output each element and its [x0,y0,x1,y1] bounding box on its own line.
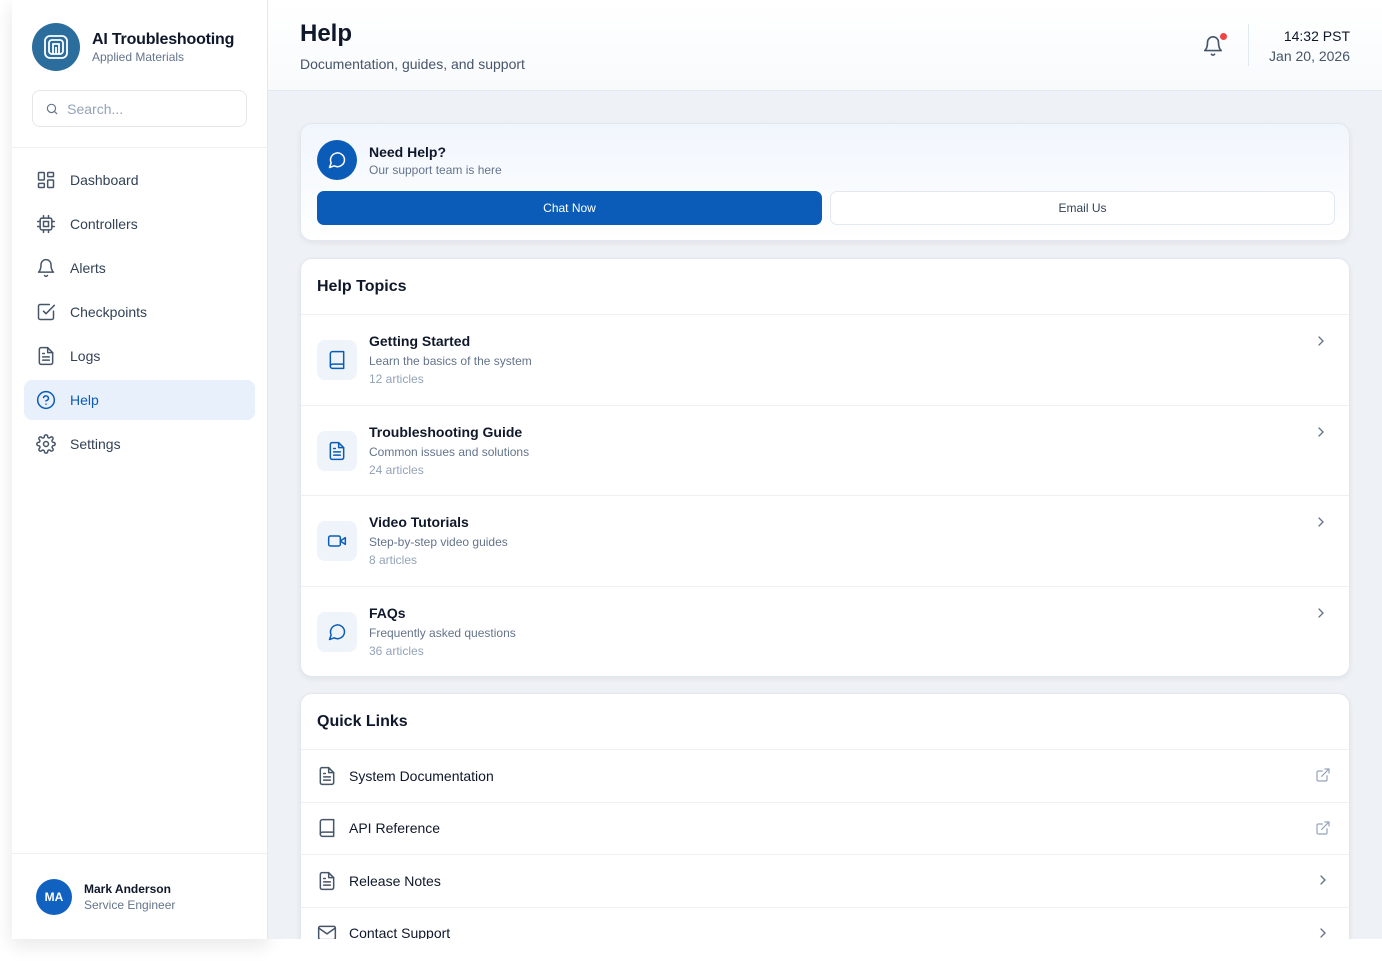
brand-subtitle: Applied Materials [92,49,185,64]
chevron-right-icon [1320,927,1326,938]
user-profile[interactable]: MA Mark Anderson Service Engineer [12,853,267,939]
quick-link-api-reference[interactable]: API Reference [301,803,1349,855]
mail-icon [317,923,337,939]
topic-count: 12 articles [369,372,424,386]
page-title: Help [300,20,353,47]
sidebar-item-logs[interactable]: Logs [24,336,255,376]
chip-icon [36,214,56,234]
gear-icon [36,434,56,454]
sidebar-item-label: Logs [70,348,101,364]
user-role: Service Engineer [84,897,176,912]
current-date: Jan 20, 2026 [1269,48,1350,64]
search-container [12,72,267,148]
sidebar: AI Troubleshooting Applied Materials Das… [12,0,268,939]
page-subtitle: Documentation, guides, and support [300,56,525,72]
list-item[interactable]: FAQs Frequently asked questions 36 artic… [301,587,1349,678]
topic-description: Common issues and solutions [369,444,530,459]
list-item[interactable]: Video Tutorials Step-by-step video guide… [301,496,1349,587]
document-icon [38,346,54,366]
support-card: Need Help? Our support team is here Chat… [300,123,1350,241]
support-subtitle: Our support team is here [369,163,502,177]
email-us-button[interactable]: Email Us [830,191,1335,225]
chevron-right-icon [1318,426,1324,437]
quick-link-system-documentation[interactable]: System Documentation [301,750,1349,803]
book-icon [317,340,357,380]
sidebar-item-label: Help [70,392,99,408]
avatar: MA [36,878,72,915]
sidebar-item-controllers[interactable]: Controllers [24,204,255,244]
search-input[interactable] [67,100,234,117]
sidebar-item-label: Dashboard [70,172,139,188]
topic-title: FAQs [369,604,406,621]
quick-link-contact-support[interactable]: Contact Support [301,908,1349,939]
sidebar-item-label: Settings [70,436,121,452]
external-link-icon [1316,820,1330,835]
clock: 14:32 PST Jan 20, 2026 [1269,28,1350,64]
sidebar-nav: Dashboard Controllers Alerts Checkpoints [12,148,267,476]
chevron-right-icon [1318,607,1324,618]
chevron-right-icon [1320,875,1326,885]
current-time: 14:32 PST [1283,28,1350,44]
sidebar-item-label: Controllers [70,216,138,232]
brand-title: AI Troubleshooting [92,30,235,48]
brand-logo-icon [32,23,80,71]
page-header: Help Documentation, guides, and support … [268,0,1382,91]
main-content: Need Help? Our support team is here Chat… [268,91,1382,939]
topic-description: Learn the basics of the system [369,354,532,368]
topic-description: Step-by-step video guides [369,535,508,549]
quick-link-release-notes[interactable]: Release Notes [301,855,1349,908]
topic-count: 8 articles [369,553,418,567]
notifications-button[interactable] [1202,33,1228,59]
topic-count: 24 articles [369,462,424,477]
quick-links-title: Quick Links [301,694,1349,750]
topic-description: Frequently asked questions [369,625,516,640]
document-icon [317,766,337,786]
sidebar-item-settings[interactable]: Settings [24,424,255,464]
list-item[interactable]: Getting Started Learn the basics of the … [301,315,1349,406]
document-icon [317,430,357,471]
checkbox-icon [37,303,56,321]
quick-link-label: Release Notes [349,872,441,889]
brand[interactable]: AI Troubleshooting Applied Materials [12,0,267,72]
topic-title: Video Tutorials [369,514,469,530]
search-box[interactable] [32,90,247,127]
quick-link-label: System Documentation [349,767,494,784]
chat-icon [317,611,357,652]
external-link-icon [1316,768,1330,782]
header-divider [1248,24,1249,66]
sidebar-item-label: Checkpoints [70,304,148,320]
sidebar-item-alerts[interactable]: Alerts [24,248,255,288]
quick-link-label: API Reference [349,820,441,837]
dashboard-icon [37,171,55,189]
quick-link-label: Contact Support [349,925,451,939]
notification-badge [1220,33,1227,40]
chat-now-button[interactable]: Chat Now [317,191,822,225]
quick-links-card: Quick Links System Documentation API Ref… [300,693,1350,939]
topic-title: Getting Started [369,333,471,349]
chevron-right-icon [1318,517,1324,527]
book-icon [317,818,337,838]
help-topics-title: Help Topics [301,259,1349,315]
user-name: Mark Anderson [84,881,171,896]
sidebar-item-dashboard[interactable]: Dashboard [24,160,255,200]
topic-count: 36 articles [369,643,424,658]
sidebar-item-label: Alerts [70,260,106,276]
search-icon [46,103,58,114]
help-topics-card: Help Topics Getting Started Learn the ba… [300,258,1350,677]
video-icon [317,521,357,561]
topic-title: Troubleshooting Guide [369,423,523,440]
help-circle-icon [36,390,56,410]
chat-icon [317,140,357,180]
list-item[interactable]: Troubleshooting Guide Common issues and … [301,406,1349,496]
support-title: Need Help? [369,144,447,160]
document-icon [317,871,337,891]
sidebar-item-checkpoints[interactable]: Checkpoints [24,292,255,332]
bell-icon [37,258,55,278]
chevron-right-icon [1318,336,1324,346]
sidebar-item-help[interactable]: Help [24,380,255,420]
